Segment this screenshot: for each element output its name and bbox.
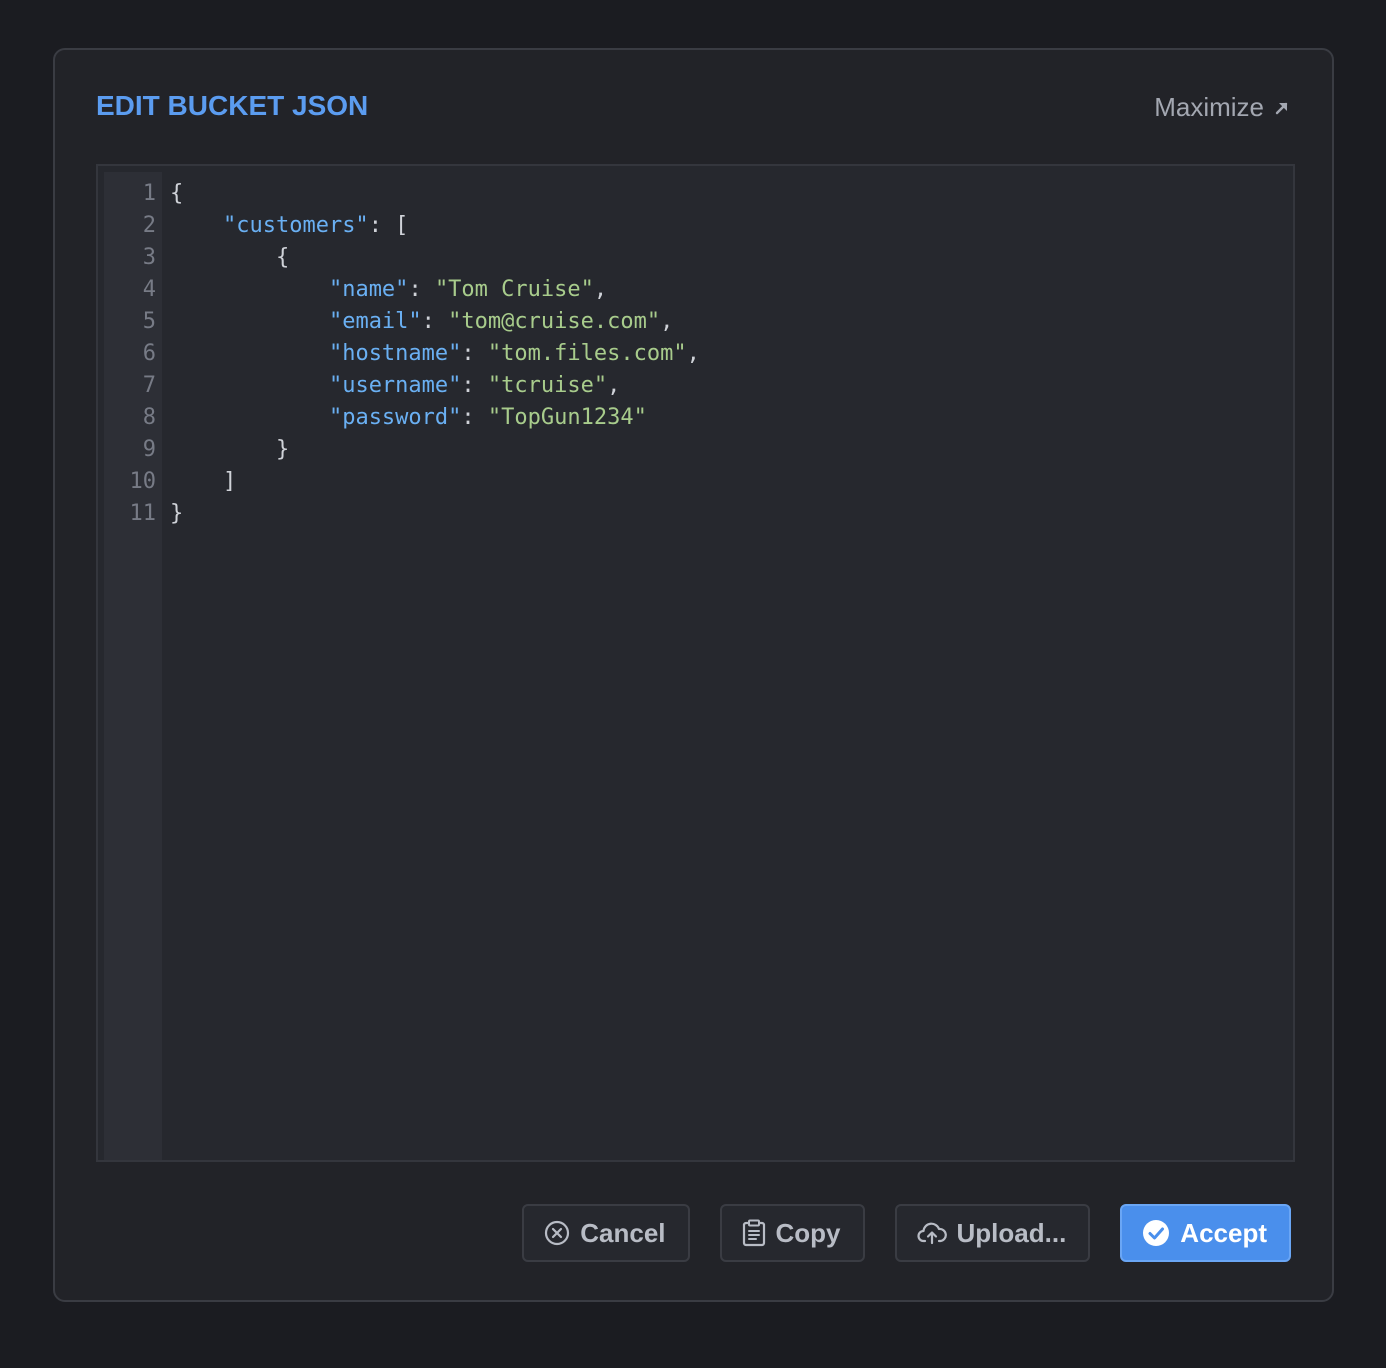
line-number: 5	[142, 309, 156, 334]
dialog-title: EDIT BUCKET JSON	[96, 90, 369, 121]
code-token: ,	[660, 309, 674, 334]
code-token: "name"	[328, 277, 409, 302]
code-token: :	[461, 405, 488, 430]
code-token: "email"	[328, 309, 422, 334]
code-line: "name": "Tom Cruise",	[170, 274, 700, 306]
line-number: 8	[142, 405, 156, 430]
edit-bucket-json-dialog: EDIT BUCKET JSON Maximize 1 2 3 4 5 6 7 8 9 10 11 …	[53, 48, 1334, 1302]
code-line: "password": "TopGun1234"	[170, 402, 700, 434]
code-token: ,	[607, 373, 621, 398]
upload-label: Upload...	[956, 1217, 1067, 1248]
code-token: }	[170, 501, 184, 526]
cancel-button[interactable]: Cancel	[522, 1204, 690, 1262]
maximize-label: Maximize	[1154, 92, 1264, 122]
close-circle-icon	[544, 1220, 570, 1246]
code-token: :	[421, 309, 449, 334]
dialog-footer: Cancel Copy Upload... Accept	[522, 1204, 1291, 1262]
line-number: 1	[142, 181, 156, 206]
code-line: "username": "tcruise",	[170, 370, 700, 402]
accept-label: Accept	[1180, 1217, 1267, 1248]
line-number-gutter: 1 2 3 4 5 6 7 8 9 10 11	[104, 172, 162, 1160]
code-line: ]	[170, 466, 700, 498]
code-token: {	[170, 245, 290, 270]
line-number: 2	[142, 213, 156, 238]
line-number: 11	[129, 501, 157, 526]
arrow-up-right-icon	[1274, 100, 1290, 116]
line-number: 6	[142, 341, 156, 366]
line-number: 4	[142, 277, 156, 302]
code-token: "tom.files.com"	[487, 341, 687, 366]
copy-button[interactable]: Copy	[719, 1204, 865, 1262]
code-token: "tom@cruise.com"	[448, 309, 661, 334]
upload-button[interactable]: Upload...	[894, 1204, 1091, 1262]
code-token: : [	[368, 213, 409, 238]
code-token: "customers"	[222, 213, 369, 238]
code-token: ,	[593, 277, 608, 302]
line-number: 9	[142, 437, 156, 462]
code-line: {	[170, 242, 700, 274]
code-line: "email": "tom@cruise.com",	[170, 306, 700, 338]
code-token: "Tom Cruise"	[434, 277, 594, 302]
line-number: 7	[142, 373, 156, 398]
accept-button[interactable]: Accept	[1120, 1204, 1291, 1262]
code-token: "TopGun1234"	[487, 405, 647, 430]
code-token: :	[461, 341, 488, 366]
json-editor[interactable]: 1 2 3 4 5 6 7 8 9 10 11 { "customers": [ { "name":…	[96, 164, 1295, 1162]
code-line: }	[170, 498, 700, 530]
code-token: "hostname"	[328, 341, 462, 366]
code-token: {	[170, 181, 184, 206]
code-token: ]	[170, 469, 237, 494]
cloud-upload-icon	[916, 1221, 947, 1245]
check-circle-icon	[1142, 1219, 1170, 1247]
code-token: ,	[686, 341, 700, 366]
maximize-button[interactable]: Maximize	[1154, 92, 1290, 123]
code-area[interactable]: { "customers": [ { "name": "Tom Cruise",…	[170, 178, 700, 530]
code-token: :	[461, 373, 488, 398]
code-token: "password"	[328, 405, 462, 430]
line-number: 10	[129, 469, 157, 494]
copy-label: Copy	[775, 1217, 841, 1248]
code-token: "tcruise"	[487, 373, 608, 398]
code-line: {	[170, 178, 700, 210]
line-number: 3	[142, 245, 156, 270]
code-line: "customers": [	[170, 210, 700, 242]
code-token: }	[170, 437, 290, 462]
cancel-label: Cancel	[580, 1217, 666, 1248]
code-line: }	[170, 434, 700, 466]
clipboard-icon	[742, 1219, 766, 1247]
code-token: :	[408, 277, 435, 302]
code-token: "username"	[328, 373, 462, 398]
code-line: "hostname": "tom.files.com",	[170, 338, 700, 370]
